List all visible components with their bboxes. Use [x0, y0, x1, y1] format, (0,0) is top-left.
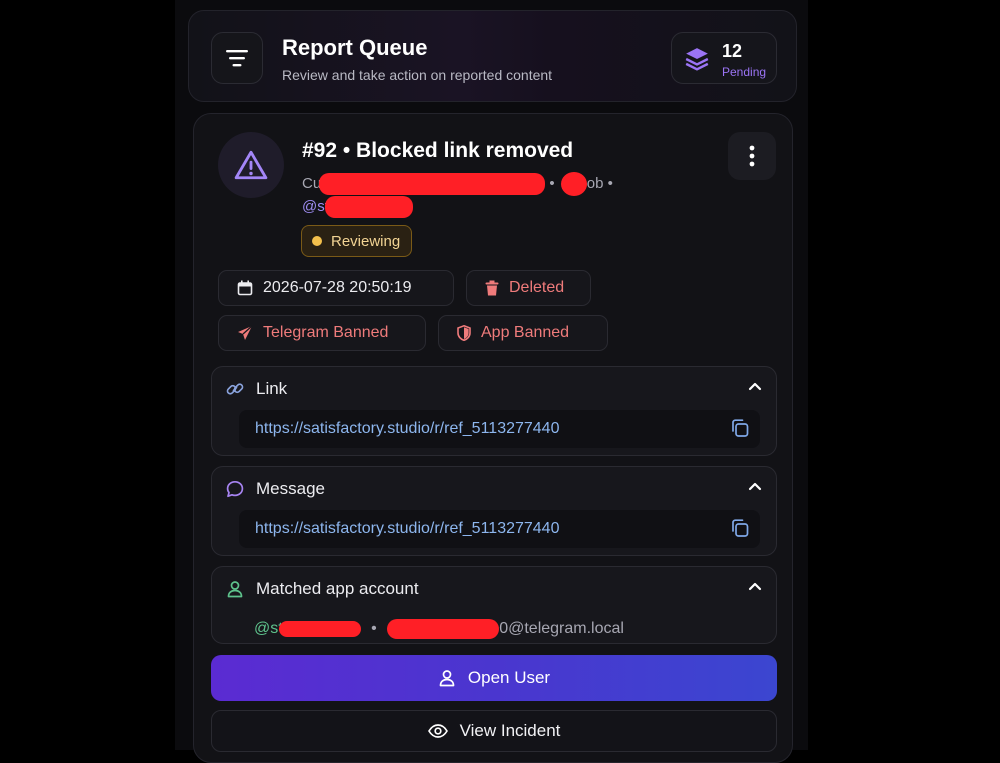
send-icon — [238, 325, 253, 340]
redaction-mark — [319, 173, 546, 195]
app-panel: Report Queue Review and take action on r… — [175, 0, 808, 763]
deleted-label: Deleted — [509, 279, 565, 296]
message-section-header[interactable]: Message — [226, 479, 325, 499]
deleted-chip: Deleted — [466, 270, 591, 306]
reporter-separator: • — [549, 174, 555, 192]
timestamp-chip: 2026-07-28 20:50:19 — [218, 270, 454, 306]
report-title: #92 • Blocked link removed — [302, 139, 574, 162]
open-user-button[interactable]: Open User — [211, 655, 777, 701]
filter-menu-button[interactable] — [211, 32, 263, 84]
status-dot — [312, 236, 322, 246]
account-email-suffix: 0@telegram.local — [499, 620, 624, 638]
link-section-label: Link — [256, 379, 288, 398]
page-subtitle: Review and take action on reported conte… — [282, 67, 553, 83]
chevron-up-icon[interactable] — [748, 581, 762, 591]
account-separator: • — [371, 620, 377, 638]
page-title: Report Queue — [282, 35, 428, 60]
shield-icon — [457, 325, 471, 341]
open-user-label: Open User — [467, 668, 551, 687]
view-incident-button[interactable]: View Incident — [211, 710, 777, 752]
matched-account-section: Matched app account @st • 0@telegram.loc… — [211, 566, 777, 644]
matched-account-header[interactable]: Matched app account — [226, 579, 419, 599]
message-section-label: Message — [256, 479, 325, 498]
eye-icon — [427, 724, 448, 738]
redaction-mark — [278, 621, 361, 637]
more-options-button[interactable] — [728, 132, 776, 180]
redaction-mark — [560, 172, 587, 196]
timestamp-text: 2026-07-28 20:50:19 — [263, 279, 412, 296]
menu-icon — [226, 50, 248, 67]
app-banned-label: App Banned — [481, 324, 570, 341]
message-value-box: https://satisfactory.studio/r/ref_511327… — [239, 510, 760, 548]
link-section: Link https://satisfactory.studio/r/ref_5… — [211, 366, 777, 456]
telegram-banned-label: Telegram Banned — [263, 324, 389, 341]
message-section: Message https://satisfactory.studio/r/re… — [211, 466, 777, 556]
redaction-mark — [324, 196, 413, 218]
chevron-up-icon[interactable] — [748, 381, 762, 391]
copy-icon[interactable] — [730, 418, 750, 438]
trash-icon — [485, 280, 499, 296]
reporter-handle[interactable]: @st — [302, 196, 413, 218]
matched-account-row: @st • 0@telegram.local — [254, 619, 624, 639]
user-icon — [439, 670, 455, 687]
link-icon — [226, 383, 244, 395]
view-incident-label: View Incident — [459, 721, 561, 740]
link-section-header[interactable]: Link — [226, 379, 287, 399]
message-icon — [226, 480, 244, 498]
status-badge: Reviewing — [301, 225, 413, 257]
more-vertical-icon — [749, 145, 755, 167]
user-icon — [227, 581, 243, 598]
app-banned-chip: App Banned — [438, 315, 608, 351]
copy-icon[interactable] — [730, 518, 750, 538]
message-text[interactable]: https://satisfactory.studio/r/ref_511327… — [255, 520, 559, 538]
pending-label: Pending — [722, 65, 767, 79]
matched-account-label: Matched app account — [256, 579, 419, 598]
report-queue-header: Report Queue Review and take action on r… — [188, 10, 797, 102]
link-value-box: https://satisfactory.studio/r/ref_511327… — [239, 410, 760, 448]
report-card: #92 • Blocked link removed Cu • ob • @st… — [193, 113, 793, 763]
calendar-icon — [237, 280, 253, 296]
pending-counter[interactable]: 12 Pending — [671, 32, 777, 84]
telegram-banned-chip: Telegram Banned — [218, 315, 426, 351]
warning-icon — [234, 150, 268, 180]
reporter-line: Cu • ob • — [302, 172, 613, 196]
pending-count: 12 — [722, 41, 743, 61]
chevron-up-icon[interactable] — [748, 481, 762, 491]
reporter-name-suffix: ob • — [586, 174, 613, 192]
layers-icon — [685, 48, 709, 71]
report-type-badge — [218, 132, 284, 198]
link-url[interactable]: https://satisfactory.studio/r/ref_511327… — [255, 420, 559, 438]
status-label: Reviewing — [331, 232, 401, 250]
redaction-mark — [387, 619, 500, 639]
